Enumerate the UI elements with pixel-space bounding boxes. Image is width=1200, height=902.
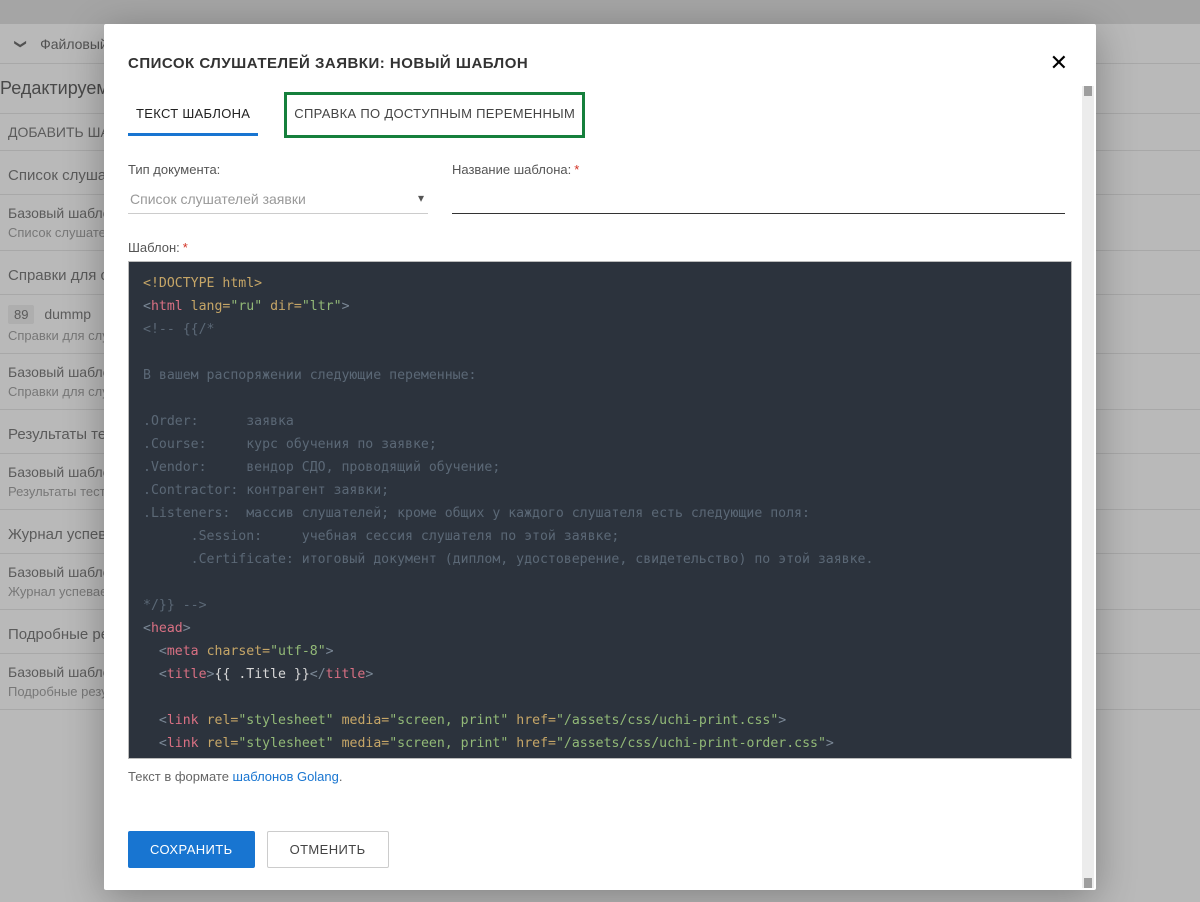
code-line: .Session: учебная сессия слушателя по эт… [143, 529, 619, 544]
code-token: "ltr" [302, 299, 342, 314]
template-name-label-text: Название шаблона: [452, 162, 571, 177]
code-line: .Listeners: массив слушателей; кроме общ… [143, 506, 810, 521]
code-token [143, 667, 159, 682]
code-line: <!DOCTYPE html> [143, 276, 262, 291]
required-mark: * [183, 240, 188, 255]
doc-type-label: Тип документа: [128, 162, 428, 177]
template-body-label-text: Шаблон: [128, 240, 180, 255]
code-token: > [365, 667, 373, 682]
code-token: dir= [270, 299, 302, 314]
code-line: .Course: курс обучения по заявке; [143, 437, 437, 452]
template-modal: СПИСОК СЛУШАТЕЛЕЙ ЗАЯВКИ: НОВЫЙ ШАБЛОН ✕… [104, 24, 1096, 890]
code-token: href= [516, 713, 556, 728]
code-token: > [326, 644, 334, 659]
required-mark: * [574, 162, 579, 177]
code-token: < [159, 736, 167, 751]
scroll-arrow-up-icon [1084, 86, 1092, 96]
code-token: "stylesheet" [238, 713, 333, 728]
modal-footer: СОХРАНИТЬ ОТМЕНИТЬ [104, 815, 1096, 890]
code-token: charset= [207, 644, 271, 659]
code-line: */}} --> [143, 598, 207, 613]
code-token: {{ .Title }} [215, 667, 310, 682]
code-token: media= [342, 736, 390, 751]
code-token: lang= [191, 299, 231, 314]
code-token: link [167, 713, 199, 728]
code-token: > [778, 713, 786, 728]
golang-templates-link[interactable]: шаблонов Golang [233, 769, 339, 784]
hint-post: . [339, 769, 343, 784]
code-token: rel= [207, 713, 239, 728]
code-token [143, 713, 159, 728]
code-token: meta [167, 644, 199, 659]
code-token: head [151, 621, 183, 636]
save-button[interactable]: СОХРАНИТЬ [128, 831, 255, 868]
doc-type-select[interactable]: ▾ [128, 185, 428, 214]
code-token: "/assets/css/uchi-print.css" [556, 713, 778, 728]
template-body-label: Шаблон:* [128, 240, 1072, 255]
form-row: Тип документа: ▾ Название шаблона:* [128, 162, 1072, 214]
doc-type-value[interactable] [128, 185, 428, 214]
code-line: <!-- {{/* [143, 322, 214, 337]
code-token: title [167, 667, 207, 682]
code-token: > [826, 736, 834, 751]
hint-pre: Текст в формате [128, 769, 233, 784]
modal-body: ТЕКСТ ШАБЛОНА СПРАВКА ПО ДОСТУПНЫМ ПЕРЕМ… [104, 90, 1096, 815]
code-token: "screen, print" [389, 713, 508, 728]
template-name-input[interactable] [452, 185, 1065, 214]
code-token [143, 736, 159, 751]
code-token: < [159, 667, 167, 682]
code-line: .Vendor: вендор СДО, проводящий обучение… [143, 460, 500, 475]
template-name-label: Название шаблона:* [452, 162, 1065, 177]
code-token: "utf-8" [270, 644, 326, 659]
code-token: "ru" [230, 299, 262, 314]
tab-variables-help[interactable]: СПРАВКА ПО ДОСТУПНЫМ ПЕРЕМЕННЫМ [286, 94, 583, 136]
code-token: href= [516, 736, 556, 751]
tabs: ТЕКСТ ШАБЛОНА СПРАВКА ПО ДОСТУПНЫМ ПЕРЕМ… [128, 94, 1072, 136]
code-token: rel= [207, 736, 239, 751]
code-token: < [143, 621, 151, 636]
code-line: .Certificate: итоговый документ (диплом,… [143, 552, 873, 567]
code-line: .Contractor: контрагент заявки; [143, 483, 389, 498]
code-line: В вашем распоряжении следующие переменны… [143, 368, 476, 383]
code-token: < [159, 713, 167, 728]
field-template-name: Название шаблона:* [452, 162, 1065, 214]
code-line: .Order: заявка [143, 414, 294, 429]
modal-header: СПИСОК СЛУШАТЕЛЕЙ ЗАЯВКИ: НОВЫЙ ШАБЛОН ✕ [104, 24, 1096, 90]
close-button[interactable]: ✕ [1046, 48, 1072, 78]
cancel-button[interactable]: ОТМЕНИТЬ [267, 831, 389, 868]
code-token: < [143, 299, 151, 314]
code-token: title [326, 667, 366, 682]
code-token: "screen, print" [389, 736, 508, 751]
code-token: html [151, 299, 183, 314]
field-doc-type: Тип документа: ▾ [128, 162, 428, 214]
code-token: </ [310, 667, 326, 682]
format-hint: Текст в формате шаблонов Golang. [128, 769, 1072, 784]
code-token: "/assets/css/uchi-print-order.css" [556, 736, 826, 751]
code-token: > [183, 621, 191, 636]
code-token: < [159, 644, 167, 659]
code-token: > [207, 667, 215, 682]
modal-body-scrollbar[interactable] [1082, 86, 1094, 888]
tab-template-text[interactable]: ТЕКСТ ШАБЛОНА [128, 94, 258, 136]
modal-title: СПИСОК СЛУШАТЕЛЕЙ ЗАЯВКИ: НОВЫЙ ШАБЛОН [128, 55, 528, 72]
scroll-arrow-down-icon [1084, 878, 1092, 888]
code-token: > [342, 299, 350, 314]
code-token: media= [342, 713, 390, 728]
close-icon: ✕ [1050, 50, 1068, 75]
code-token: link [167, 736, 199, 751]
code-editor[interactable]: <!DOCTYPE html> <html lang="ru" dir="ltr… [128, 261, 1072, 759]
code-token [143, 644, 159, 659]
code-token: "stylesheet" [238, 736, 333, 751]
